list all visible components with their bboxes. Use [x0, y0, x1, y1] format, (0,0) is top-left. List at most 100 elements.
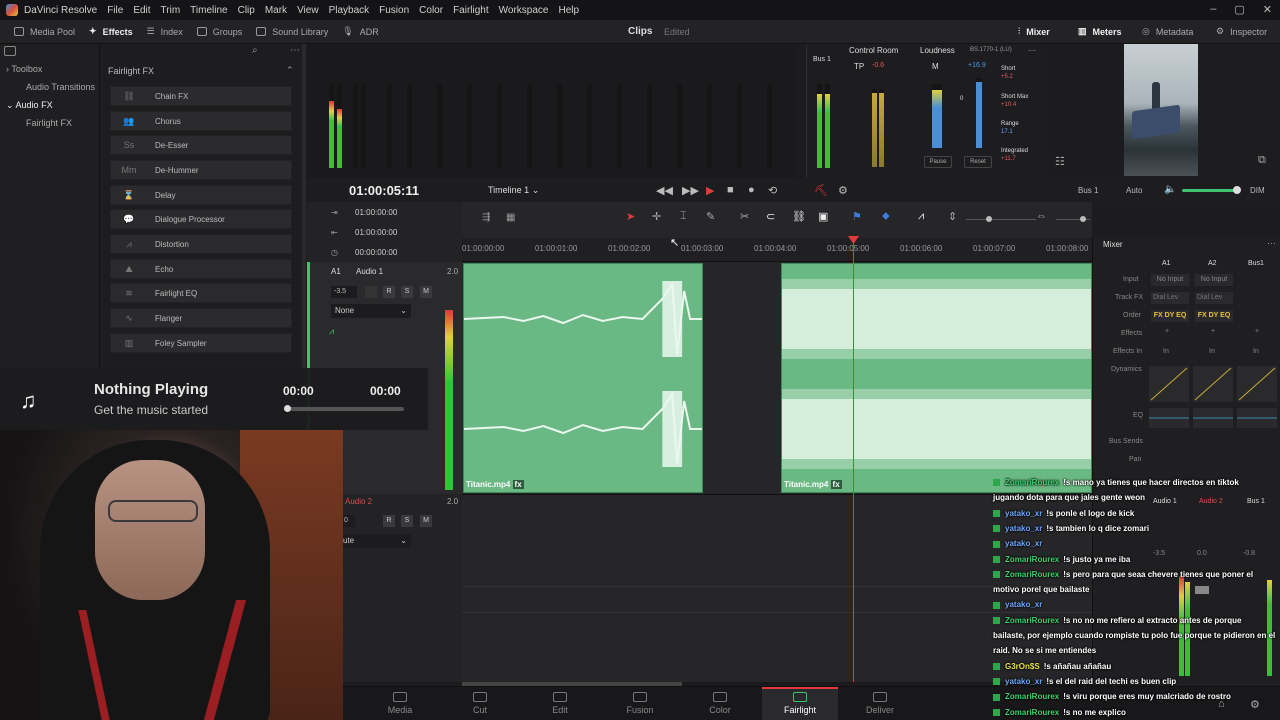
track-a1-lock-icon[interactable] [365, 286, 377, 298]
mixer-trackfx-a1[interactable]: Dial Lev [1151, 292, 1189, 304]
track-a2-record-button[interactable]: R [383, 515, 395, 527]
menu-file[interactable]: File [107, 5, 123, 16]
meters-button[interactable]: ▥ Meters [1078, 26, 1122, 37]
menu-fairlight[interactable]: Fairlight [453, 5, 489, 16]
loudness-standard[interactable]: BS.1770-1 (LU) [970, 47, 1012, 53]
fast-forward-icon[interactable]: ▶▶ [682, 184, 699, 197]
automation-mode-label[interactable]: Auto [1126, 186, 1142, 195]
dim-button[interactable]: DIM [1250, 186, 1265, 195]
more-options-icon[interactable]: ⋯ [290, 45, 300, 56]
collapse-icon[interactable]: ⌃ [286, 65, 294, 76]
fx-de-esser[interactable]: Ss De-Esser [110, 135, 292, 155]
track-a1-mute-button[interactable]: M [420, 286, 432, 298]
page-tab-cut[interactable]: Cut [450, 692, 510, 715]
mixer-order-a2[interactable]: FX DY EQ [1195, 310, 1233, 322]
edit-tool-icon[interactable]: ⌶ [680, 210, 687, 223]
mixer-add-effect-a2[interactable]: + [1211, 328, 1215, 335]
grid-icon[interactable]: ▦ [506, 212, 515, 223]
flag-icon[interactable]: ⬥ [882, 210, 890, 223]
menu-view[interactable]: View [297, 5, 319, 16]
vertical-zoom-slider[interactable] [966, 216, 1036, 222]
mixer-button[interactable]: ⫶ Mixer [1018, 26, 1050, 37]
output-bus-label[interactable]: Bus 1 [1078, 186, 1098, 195]
horizontal-zoom-slider[interactable] [1056, 216, 1090, 222]
view-waveform-icon[interactable]: ▣ [818, 210, 828, 223]
page-tab-fairlight[interactable]: Fairlight [770, 692, 830, 715]
tree-audio-transitions[interactable]: Audio Transitions [26, 82, 95, 92]
dynamics-graph-a1[interactable] [1149, 366, 1189, 402]
page-tab-edit[interactable]: Edit [530, 692, 590, 715]
mixer-effects-in-a2[interactable]: In [1209, 348, 1215, 355]
snap-magnet-icon[interactable]: ⊂ [766, 210, 775, 223]
menu-playback[interactable]: Playback [329, 5, 370, 16]
menu-fusion[interactable]: Fusion [379, 5, 409, 16]
track-a2-mute-button[interactable]: M [420, 515, 432, 527]
rewind-icon[interactable]: ◀◀ [656, 184, 673, 197]
mixer-input-a1[interactable]: No Input [1151, 274, 1189, 286]
marker-icon[interactable]: ⚑ [852, 210, 862, 223]
automation-icon[interactable]: ⛏ [814, 184, 828, 197]
pencil-icon[interactable]: ✎ [706, 210, 715, 223]
fx-dialogue-processor[interactable]: 💬 Dialogue Processor [110, 209, 292, 229]
fx-delay[interactable]: ⌛ Delay [110, 185, 292, 205]
audio-scrub-icon[interactable]: ⩘ [918, 210, 924, 223]
media-pool-button[interactable]: Media Pool [14, 27, 75, 37]
timeline-view-icon[interactable]: ⇶ [482, 212, 490, 223]
range-tool-icon[interactable]: ✛ [652, 210, 661, 223]
fx-fairlight-eq[interactable]: ≋ Fairlight EQ [110, 283, 292, 303]
razor-icon[interactable]: ✂ [740, 210, 749, 223]
close-icon[interactable]: ✕ [1263, 3, 1272, 16]
mixer-effects-in-a1[interactable]: In [1163, 348, 1169, 355]
music-progress-bar[interactable] [284, 405, 404, 412]
track-a2-solo-button[interactable]: S [401, 515, 413, 527]
metadata-button[interactable]: ◎ Metadata [1142, 26, 1193, 37]
effects-button[interactable]: ✦ Effects [89, 26, 133, 37]
vertical-zoom-icon[interactable]: ⇕ [948, 210, 957, 223]
mixer-add-effect-a1[interactable]: + [1165, 328, 1169, 335]
selection-tool-icon[interactable]: ➤ [626, 210, 635, 223]
dynamics-graph-bus1[interactable] [1237, 366, 1277, 402]
horizontal-zoom-icon[interactable]: ⇔ [1036, 210, 1047, 222]
fx-de-hummer[interactable]: Mm De-Hummer [110, 160, 292, 180]
external-view-icon[interactable]: ⧉ [1258, 154, 1266, 167]
mixer-effects-in-bus1[interactable]: In [1253, 348, 1259, 355]
waveform-icon[interactable]: ⩘ [329, 326, 334, 337]
fx-foley-sampler[interactable]: ▥ Foley Sampler [110, 333, 292, 353]
menu-timeline[interactable]: Timeline [190, 5, 227, 16]
panel-toggle-icon[interactable] [4, 46, 16, 56]
music-progress-knob[interactable] [284, 405, 291, 412]
reset-button[interactable]: Reset [964, 156, 992, 168]
menu-help[interactable]: Help [558, 5, 579, 16]
eq-graph-bus1[interactable] [1237, 408, 1277, 428]
minimize-icon[interactable]: – [1210, 3, 1216, 16]
fx-chorus[interactable]: 👥 Chorus [110, 111, 292, 131]
groups-button[interactable]: Groups [196, 27, 242, 37]
dynamics-graph-a2[interactable] [1193, 366, 1233, 402]
timeline-ruler[interactable]: 01:00:00:00 01:00:01:00 01:00:02:00 01:0… [462, 238, 1092, 262]
page-tab-media[interactable]: Media [370, 692, 430, 715]
tree-audio-fx[interactable]: ⌄ Audio FX [6, 100, 53, 111]
play-icon[interactable]: ▶ [706, 184, 714, 197]
loop-icon[interactable]: ⟲ [768, 184, 777, 197]
loudness-options-icon[interactable]: ⋯ [1028, 46, 1036, 55]
fx-chain-fx[interactable]: ⛓ Chain FX [110, 86, 292, 106]
search-icon[interactable]: ⌕ [252, 45, 258, 56]
menu-trim[interactable]: Trim [161, 5, 181, 16]
menu-mark[interactable]: Mark [265, 5, 287, 16]
monitor-volume-slider[interactable] [1182, 186, 1241, 194]
record-icon[interactable]: ● [748, 184, 755, 196]
page-tab-deliver[interactable]: Deliver [850, 692, 910, 715]
mixer-input-a2[interactable]: No Input [1195, 274, 1233, 286]
stop-icon[interactable]: ■ [727, 184, 734, 196]
snap-icon[interactable]: ⚙ [838, 184, 848, 197]
settings-sliders-icon[interactable]: ☷ [1055, 155, 1065, 168]
track-a1-name[interactable]: Audio 1 [356, 267, 383, 276]
mixer-options-icon[interactable]: ⋯ [1267, 238, 1276, 249]
menu-workspace[interactable]: Workspace [499, 5, 549, 16]
mixer-trackfx-a2[interactable]: Dial Lev [1195, 292, 1233, 304]
menu-edit[interactable]: Edit [133, 5, 150, 16]
track-a2-fx-dropdown[interactable]: ute ⌄ [341, 534, 411, 548]
page-tab-color[interactable]: Color [690, 692, 750, 715]
tree-fairlight-fx[interactable]: Fairlight FX [26, 118, 72, 128]
page-tab-fusion[interactable]: Fusion [610, 692, 670, 715]
